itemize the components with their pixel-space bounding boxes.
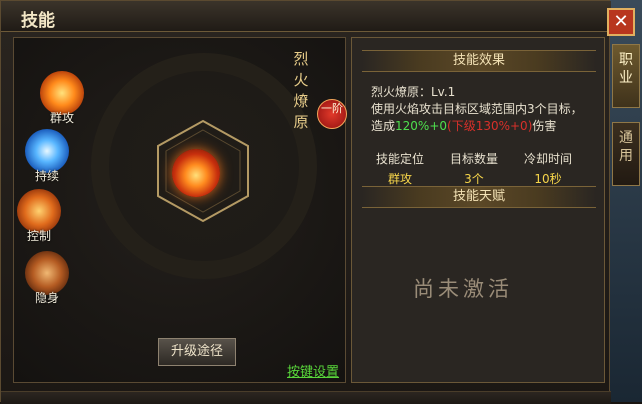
stat-role: 技能定位 群攻 [363,150,437,187]
skill-window: 技能 群攻 持续 控制 隐身 烈火燎原 一阶 升级途径 按键设置 技能效果 技能… [0,0,611,404]
upgrade-path-button[interactable]: 升级途径 [158,338,236,366]
skill-level-line: 烈火燎原：Lv.1 [371,85,456,99]
category-aoe[interactable]: 群攻 [34,71,90,126]
stat-header: 技能定位 [375,152,424,166]
category-label: 控制 [26,229,51,243]
close-button[interactable]: ✕ [607,8,635,36]
stat-header: 冷却时间 [523,152,572,166]
stat-header: 目标数量 [449,152,498,166]
desc-suffix: 伤害 [532,119,557,133]
window-title: 技能 [21,11,55,31]
selected-skill-icon[interactable] [172,149,220,197]
talent-inactive-label: 尚未激活 [413,277,513,301]
tab-class[interactable]: 职业 [612,44,640,108]
stat-cooldown: 冷却时间 10秒 [511,150,585,187]
talent-section-title: 技能天赋 [362,186,596,208]
skill-description: 使用火焰攻击目标区域范围内3个目标，造成120%+0(下级130%+0)伤害 [371,101,591,135]
category-sustain[interactable]: 持续 [19,129,75,184]
close-icon: ✕ [613,11,629,32]
stat-value: 10秒 [534,172,562,186]
category-label: 隐身 [34,291,59,305]
category-label: 持续 [34,169,59,183]
desc-next-value: (下级130%+0) [447,119,533,133]
category-label: 群攻 [49,111,74,125]
desc-current-value: 120%+0 [395,119,448,133]
category-stealth[interactable]: 隐身 [19,251,75,306]
stat-value: 3个 [464,172,484,186]
keybind-settings-link[interactable]: 按键设置 [287,361,339,380]
skill-stage-badge: 一阶 [317,99,347,129]
effect-section-title: 技能效果 [362,50,596,72]
tab-general[interactable]: 通用 [612,122,640,186]
stat-targets: 目标数量 3个 [437,150,511,187]
stat-value: 群攻 [387,172,412,186]
category-control[interactable]: 控制 [11,189,67,244]
title-bar: 技能 [1,1,611,32]
bottom-frame [1,391,611,404]
skill-name-vertical: 烈火燎原 [293,50,309,131]
